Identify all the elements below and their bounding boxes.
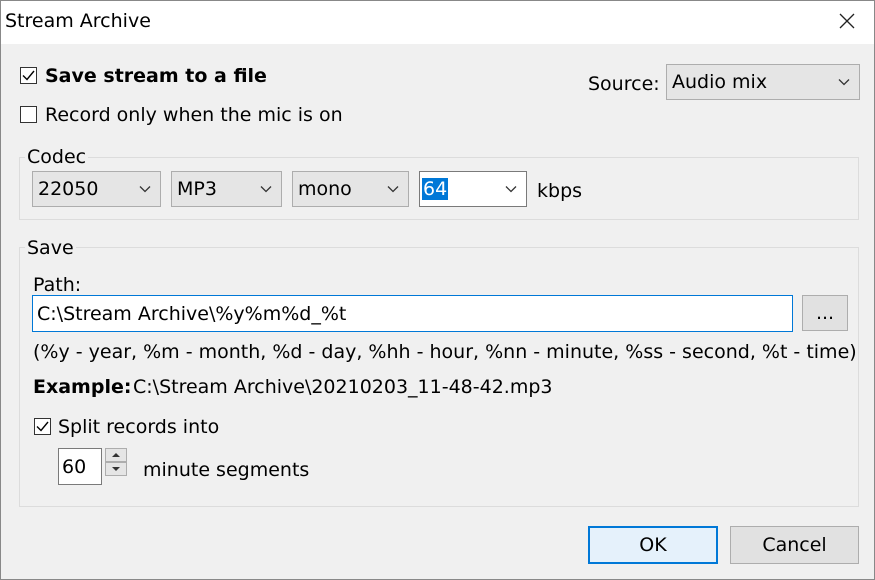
bitrate-combo[interactable]: 64 [419, 171, 527, 207]
minutes-down-button[interactable] [105, 462, 127, 476]
chevron-down-icon [139, 186, 151, 193]
record-mic-checkbox[interactable] [20, 106, 37, 123]
example-label: Example: [33, 376, 132, 398]
sample-rate-select[interactable]: 22050 [32, 171, 161, 207]
record-mic-label: Record only when the mic is on [45, 104, 343, 126]
minutes-up-button[interactable] [105, 448, 127, 462]
browse-button[interactable]: ... [802, 295, 848, 331]
split-records-checkbox[interactable] [34, 418, 51, 435]
chevron-down-icon [387, 186, 399, 193]
close-button[interactable] [830, 4, 864, 38]
close-icon [839, 13, 855, 29]
bitrate-value[interactable]: 64 [422, 178, 449, 200]
checkmark-icon [36, 421, 49, 432]
minutes-input[interactable]: 60 [58, 448, 102, 485]
source-value: Audio mix [672, 71, 768, 93]
source-label: Source: [588, 73, 660, 95]
checkmark-icon [22, 70, 35, 81]
chevron-down-icon [505, 186, 517, 193]
save-stream-label: Save stream to a file [45, 65, 267, 87]
channels-select[interactable]: mono [292, 171, 409, 207]
channels-value: mono [298, 178, 352, 200]
chevron-down-icon [838, 79, 850, 86]
arrow-up-icon [112, 453, 120, 457]
ok-button[interactable]: OK [588, 526, 718, 564]
minute-segments-label: minute segments [143, 459, 310, 481]
split-records-label: Split records into [58, 416, 220, 438]
arrow-down-icon [112, 467, 120, 471]
path-hint: (%y - year, %m - month, %d - day, %hh - … [33, 341, 857, 363]
minutes-value: 60 [62, 455, 87, 478]
source-select[interactable]: Audio mix [666, 64, 860, 100]
sample-rate-value: 22050 [38, 178, 99, 200]
bitrate-unit: kbps [537, 180, 583, 202]
save-group-label: Save [25, 237, 76, 259]
save-stream-checkbox[interactable] [20, 67, 37, 84]
path-value: C:\Stream Archive\%y%m%d_%t [37, 302, 347, 325]
example-value: C:\Stream Archive\20210203_11-48-42.mp3 [133, 376, 553, 398]
window-title: Stream Archive [5, 10, 151, 32]
path-label: Path: [33, 274, 82, 296]
path-input[interactable]: C:\Stream Archive\%y%m%d_%t [32, 295, 793, 332]
codec-group-label: Codec [25, 146, 89, 168]
chevron-down-icon [260, 186, 272, 193]
cancel-button[interactable]: Cancel [730, 526, 859, 564]
format-select[interactable]: MP3 [171, 171, 282, 207]
format-value: MP3 [177, 178, 217, 200]
